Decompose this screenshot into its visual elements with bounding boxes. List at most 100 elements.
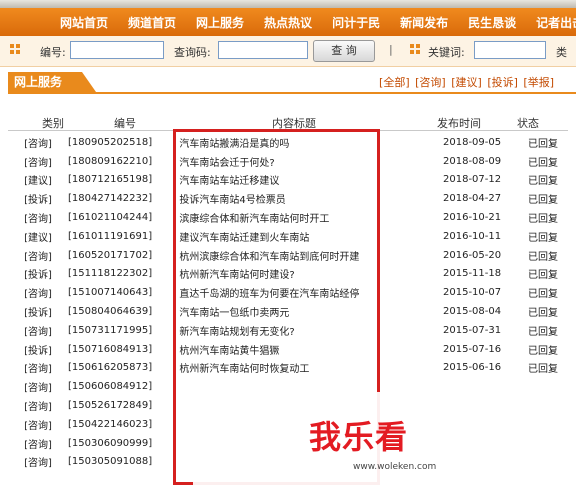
row-title[interactable]: 汽车南站会迁于何处? <box>179 158 274 169</box>
filter-suggest[interactable]: [建议] <box>451 76 482 89</box>
row-number-cell: [150804064639] <box>68 302 173 321</box>
row-date: 2016-10-11 <box>443 230 502 242</box>
row-title[interactable]: 杭州新汽车南站何时建设? <box>179 270 294 281</box>
header-number: 编号 <box>114 117 136 130</box>
row-number-cell: [180712165198] <box>68 171 173 190</box>
row-title[interactable]: 建议汽车南站迁建到火车南站 <box>179 233 309 244</box>
keyword-label: 关键词: <box>428 46 465 59</box>
table-row: [咨询] [180905202518] · 汽车南站搬满沿是真的吗 2018-09-0… <box>8 133 568 152</box>
nav-reporter[interactable]: 记者出击 <box>536 14 576 31</box>
row-date-cell: 2018-08-09 <box>443 152 518 171</box>
nav-ask-people[interactable]: 问计于民 <box>332 14 380 31</box>
row-status: 已回复 <box>528 138 558 150</box>
row-date: 2015-07-16 <box>443 343 502 355</box>
keyword-input[interactable] <box>474 41 546 59</box>
row-title[interactable]: 杭州新汽车南站何时恢复动工 <box>179 364 309 375</box>
row-title-cell: · 杭州汽车南站黄牛猖獗 <box>173 340 443 359</box>
filter-report[interactable]: [举报] <box>523 76 554 89</box>
row-category: [咨询] <box>24 138 52 150</box>
row-status-cell: 已回复 <box>518 283 568 302</box>
row-number: [151118122302] <box>68 268 153 280</box>
filter-all[interactable]: [全部] <box>379 76 410 89</box>
row-status-cell: 已回复 <box>518 321 568 340</box>
row-title-cell: · 直达千岛湖的班车为何要在汽车南站经停 <box>173 283 443 302</box>
row-title[interactable]: 杭州滨康综合体和汽车南站到底何时开建 <box>179 252 359 263</box>
row-status-cell: 已回复 <box>518 152 568 171</box>
row-number-cell: [161011191691] <box>68 227 173 246</box>
row-date: 2016-05-20 <box>443 249 502 261</box>
row-category: [咨询] <box>24 458 52 470</box>
table-row: [投诉] [180427142232] · 投诉汽车南站4号检票员 2018-04-2… <box>8 189 568 208</box>
nav-hot-topics[interactable]: 热点热议 <box>264 14 312 31</box>
row-status-cell: 已回复 <box>518 340 568 359</box>
row-status: 已回复 <box>528 214 558 226</box>
row-category-cell: [咨询] <box>8 434 68 453</box>
top-banner-strip <box>0 0 576 8</box>
row-status-cell: 已回复 <box>518 227 568 246</box>
row-title[interactable]: 滨康综合体和新汽车南站何时开工 <box>179 214 329 225</box>
nav-livelihood-talk[interactable]: 民生恳谈 <box>468 14 516 31</box>
row-category: [咨询] <box>24 214 52 226</box>
row-title[interactable]: 投诉汽车南站4号检票员 <box>179 195 285 206</box>
nav-channel-home[interactable]: 频道首页 <box>128 14 176 31</box>
query-code-input[interactable] <box>218 41 308 59</box>
row-category-cell: [咨询] <box>8 152 68 171</box>
row-status: 已回复 <box>528 176 558 188</box>
row-category: [咨询] <box>24 420 52 432</box>
row-title[interactable]: 汽车南站搬满沿是真的吗 <box>179 139 289 150</box>
row-title[interactable]: 直达千岛湖的班车为何要在汽车南站经停 <box>179 289 359 300</box>
row-status: 已回复 <box>528 289 558 301</box>
query-code-label: 查询码: <box>174 46 211 59</box>
row-category: [投诉] <box>24 345 52 357</box>
table-row: [咨询] [150731171995] · 新汽车南站规划有无变化? 2015-07-… <box>8 321 568 340</box>
row-date: 2018-07-12 <box>443 174 502 186</box>
row-number: [180712165198] <box>68 174 153 186</box>
row-number: [150616205873] <box>68 362 153 374</box>
row-status: 已回复 <box>528 270 558 282</box>
table-row: [投诉] [151118122302] · 杭州新汽车南站何时建设? 2015-11-… <box>8 265 568 284</box>
row-title[interactable]: 汽车南站车站迁移建议 <box>179 176 279 187</box>
row-number-cell: [150305091088] <box>68 453 173 472</box>
nav-home[interactable]: 网站首页 <box>60 14 108 31</box>
row-category-cell: [咨询] <box>8 359 68 378</box>
number-input[interactable] <box>70 41 164 59</box>
row-number: [161021104244] <box>68 212 153 224</box>
row-number: [150526172849] <box>68 400 153 412</box>
nav-online-service[interactable]: 网上服务 <box>196 14 244 31</box>
row-title[interactable]: 杭州汽车南站黄牛猖獗 <box>179 346 279 357</box>
watermark-logo: 我乐看 <box>309 418 409 456</box>
row-category-cell: [咨询] <box>8 321 68 340</box>
row-number-cell: [150422146023] <box>68 415 173 434</box>
row-date: 2015-10-07 <box>443 287 502 299</box>
table-row: [建议] [161011191691] · 建议汽车南站迁建到火车南站 2016-10… <box>8 227 568 246</box>
separator: | <box>389 43 393 56</box>
query-button[interactable]: 查 询 <box>313 40 375 62</box>
nav-news-release[interactable]: 新闻发布 <box>400 14 448 31</box>
row-date-cell: 2015-07-16 <box>443 340 518 359</box>
watermark-url: www.woleken.com <box>353 462 437 472</box>
row-status: 已回复 <box>528 326 558 338</box>
row-status-cell: 已回复 <box>518 133 568 152</box>
row-number: [180427142232] <box>68 193 153 205</box>
row-date: 2018-09-05 <box>443 136 502 148</box>
row-status-cell: 已回复 <box>518 171 568 190</box>
main-nav: 网站首页 频道首页 网上服务 热点热议 问计于民 新闻发布 民生恳谈 记者出击 <box>0 8 576 36</box>
row-number-cell: [151007140643] <box>68 283 173 302</box>
filter-complain[interactable]: [投诉] <box>487 76 518 89</box>
row-date-cell: 2018-04-27 <box>443 189 518 208</box>
row-title[interactable]: 汽车南站一包纸巾卖两元 <box>179 308 289 319</box>
filter-consult[interactable]: [咨询] <box>415 76 446 89</box>
row-category: [建议] <box>24 176 52 188</box>
row-number: [180809162210] <box>68 155 153 167</box>
table-row: [咨询] [180809162210] · 汽车南站会迁于何处? 2018-08-09… <box>8 152 568 171</box>
table-row: [咨询] [161021104244] · 滨康综合体和新汽车南站何时开工 2016-… <box>8 208 568 227</box>
row-category-cell: [投诉] <box>8 189 68 208</box>
row-title[interactable]: 新汽车南站规划有无变化? <box>179 327 294 338</box>
table-row: [建议] [180712165198] · 汽车南站车站迁移建议 2018-07-12… <box>8 171 568 190</box>
row-category-cell: [投诉] <box>8 340 68 359</box>
table-row: [咨询] [151007140643] · 直达千岛湖的班车为何要在汽车南站经停 20… <box>8 283 568 302</box>
row-date: 2018-04-27 <box>443 193 502 205</box>
row-status: 已回复 <box>528 232 558 244</box>
header-category: 类别 <box>42 117 64 130</box>
row-number-cell: [150606084912] <box>68 377 173 396</box>
